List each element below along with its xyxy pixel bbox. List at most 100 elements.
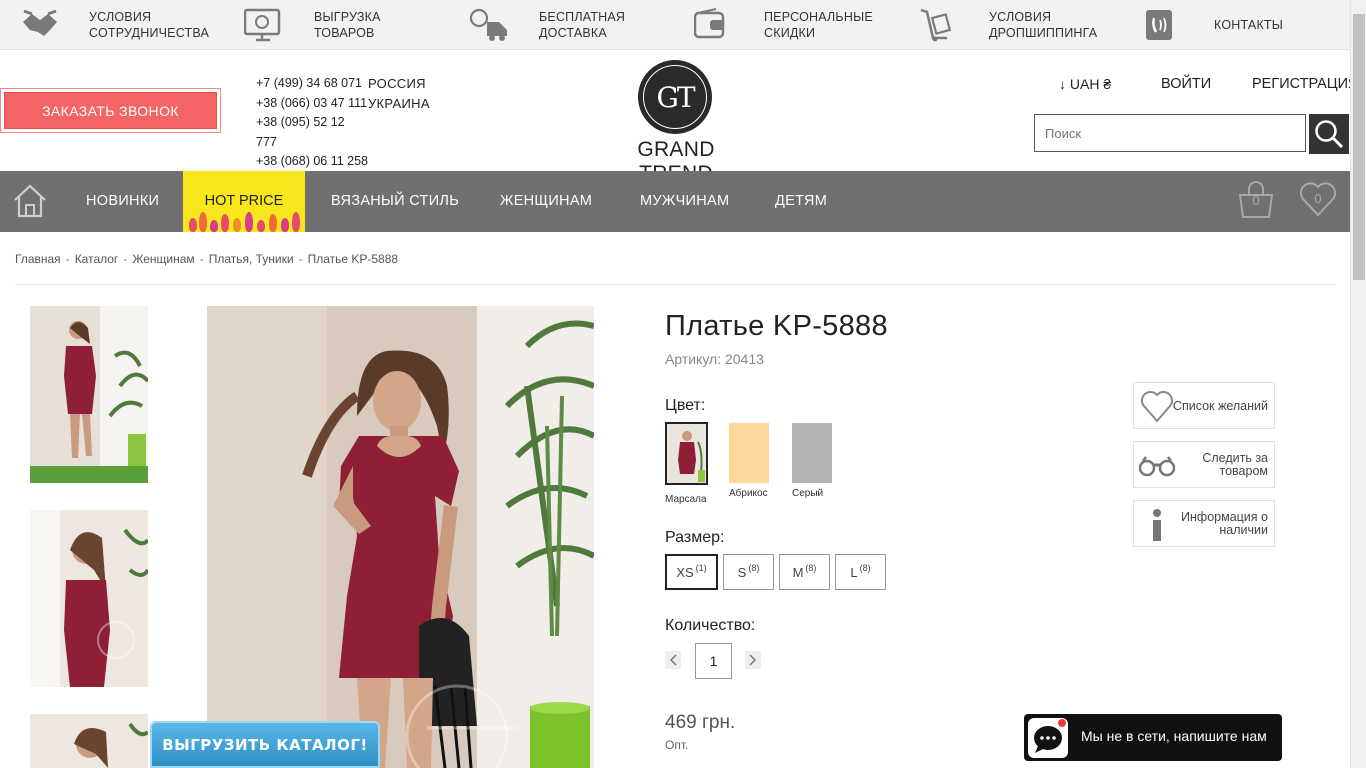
thumbnail-image <box>30 510 148 687</box>
breadcrumb-separator: - <box>65 252 70 266</box>
swatch-label: Марсала <box>665 494 707 505</box>
site-logo[interactable]: GT GRAND TREND <box>598 60 754 185</box>
track-product-button[interactable]: Следить за товаром <box>1133 441 1275 488</box>
phone-country: УКРАИНА <box>368 95 430 111</box>
cart-count: 0 <box>1252 193 1260 208</box>
wishlist-count: 0 <box>1314 191 1322 206</box>
topbar-label: КОНТАКТЫ <box>1214 18 1284 32</box>
quantity-label: Количество: <box>665 617 756 634</box>
search-input[interactable] <box>1034 114 1306 152</box>
size-name: M <box>792 564 804 580</box>
quantity-input[interactable]: 1 <box>695 643 732 679</box>
breadcrumb-separator: - <box>199 252 204 266</box>
topbar-item-delivery[interactable]: БЕСПЛАТНАЯ ДОСТАВКА <box>469 0 669 50</box>
chevron-right-icon <box>749 654 757 666</box>
topbar-label: ВЫГРУЗКА ТОВАРОВ <box>314 10 381 40</box>
qty-decrease-button[interactable] <box>665 651 681 669</box>
product-price: 469 грн. <box>665 712 736 733</box>
breadcrumb-item[interactable]: Главная <box>15 252 61 266</box>
hand-cart-icon <box>920 8 952 42</box>
phone-list: +7 (499) 34 68 071 РОССИЯ +38 (066) 03 4… <box>256 74 430 172</box>
search-button[interactable] <box>1309 114 1349 154</box>
product-thumbnail[interactable] <box>30 714 148 768</box>
export-catalog-button[interactable]: ВЫГРУЗИТЬ КАТАЛОГ! <box>150 721 380 768</box>
search-icon <box>1315 120 1344 149</box>
topbar-label: УСЛОВИЯ ДРОПШИППИНГА <box>989 10 1098 40</box>
color-swatch-marsala[interactable]: Марсала <box>665 422 708 505</box>
phone-contact-icon <box>1146 10 1172 40</box>
size-name: L <box>850 564 858 580</box>
breadcrumb-item[interactable]: Женщинам <box>132 252 194 266</box>
phone-number[interactable]: +7 (499) 34 68 071 <box>256 74 368 94</box>
thumbnail-image <box>30 306 148 483</box>
swatch-marsala-image <box>665 422 708 485</box>
product-main-image[interactable] <box>207 306 594 768</box>
nav-item-hot-price[interactable]: HOT PRICE <box>183 171 305 232</box>
action-label: Следить за товаром <box>1202 451 1268 478</box>
breadcrumb-item[interactable]: Каталог <box>75 252 119 266</box>
nav-item-new[interactable]: НОВИНКИ <box>86 171 159 232</box>
scrollbar-thumb[interactable] <box>1353 14 1365 280</box>
topbar-item-contacts[interactable]: КОНТАКТЫ <box>1144 0 1344 50</box>
swatch-apricot-color <box>729 423 769 483</box>
breadcrumb-separator: - <box>123 252 128 266</box>
call-button-frame: ЗАКАЗАТЬ ЗВОНОК <box>0 88 221 133</box>
phone-number[interactable]: +38 (095) 52 12 777 <box>256 113 368 152</box>
delivery-truck-icon <box>469 8 507 41</box>
color-swatch-grey[interactable]: Серый <box>792 423 832 499</box>
currency-selector[interactable]: ↓ UAH ₴ <box>1059 76 1111 92</box>
chat-icon-box <box>1028 718 1068 758</box>
cart-button[interactable]: 0 <box>1235 179 1277 221</box>
size-name: S <box>737 564 747 580</box>
nav-item-knitted-style[interactable]: ВЯЗАНЫЙ СТИЛЬ <box>331 171 459 232</box>
divider <box>15 284 1335 285</box>
color-swatch-apricot[interactable]: Абрикос <box>729 423 769 499</box>
register-link[interactable]: РЕГИСТРАЦИЯ <box>1252 76 1358 92</box>
qty-increase-button[interactable] <box>745 651 761 669</box>
phone-number[interactable]: +38 (066) 03 47 111 <box>256 94 368 114</box>
product-photo <box>207 306 594 768</box>
breadcrumb-item[interactable]: Платья, Туники <box>209 252 294 266</box>
main-nav: НОВИНКИ HOT PRICE ВЯЗАНЫЙ СТИЛЬ ЖЕНЩИНАМ… <box>0 171 1350 232</box>
wishlist-action-button[interactable]: Список желаний <box>1133 382 1275 429</box>
breadcrumb: Главная - Каталог - Женщинам - Платья, Туни… <box>15 252 398 266</box>
nav-item-kids[interactable]: ДЕТЯМ <box>775 171 827 232</box>
chat-status-text: Мы не в сети, напишите нам <box>1081 728 1267 744</box>
top-info-bar: УСЛОВИЯ СОТРУДНИЧЕСТВА ВЫГРУЗКА ТОВАРОВ … <box>0 0 1350 50</box>
size-stock: (8) <box>859 563 871 573</box>
login-link[interactable]: ВОЙТИ <box>1161 76 1211 92</box>
monitor-sync-icon <box>244 8 281 42</box>
product-thumbnail[interactable] <box>30 510 148 687</box>
phone-row: +7 (499) 34 68 071 РОССИЯ <box>256 74 430 94</box>
topbar-item-export[interactable]: ВЫГРУЗКА ТОВАРОВ <box>244 0 444 50</box>
logo-emblem: GT <box>638 60 712 134</box>
size-label: Размер: <box>665 529 725 546</box>
nav-item-men[interactable]: МУЖЧИНАМ <box>640 171 729 232</box>
page-scrollbar[interactable] <box>1350 0 1366 768</box>
topbar-label: БЕСПЛАТНАЯ ДОСТАВКА <box>539 10 626 40</box>
order-call-button[interactable]: ЗАКАЗАТЬ ЗВОНОК <box>4 92 217 129</box>
phone-number[interactable]: +38 (068) 06 11 258 <box>256 152 368 172</box>
size-option-l[interactable]: L (8) <box>835 554 886 590</box>
availability-info-button[interactable]: Информация о наличии <box>1133 500 1275 547</box>
swatch-label: Серый <box>792 488 824 499</box>
topbar-item-dropshipping[interactable]: УСЛОВИЯ ДРОПШИППИНГА <box>919 0 1119 50</box>
nav-label-hot-price: HOT PRICE <box>204 193 284 209</box>
color-label: Цвет: <box>665 397 706 414</box>
size-option-xs[interactable]: XS (1) <box>665 554 718 590</box>
breadcrumb-current: Платье KP-5888 <box>307 252 399 266</box>
phone-country: РОССИЯ <box>368 76 426 91</box>
product-thumbnail[interactable] <box>30 306 148 483</box>
nav-item-women[interactable]: ЖЕНЩИНАМ <box>500 171 592 232</box>
home-icon[interactable] <box>12 183 48 219</box>
wallet-icon <box>694 8 725 39</box>
topbar-item-cooperation[interactable]: УСЛОВИЯ СОТРУДНИЧЕСТВА <box>20 0 220 50</box>
size-option-s[interactable]: S (8) <box>723 554 774 590</box>
binoculars-icon <box>1138 456 1176 477</box>
chat-bubble-icon <box>1034 719 1066 753</box>
price-type: Опт. <box>665 738 689 752</box>
wishlist-button[interactable]: 0 <box>1298 179 1338 219</box>
topbar-item-discounts[interactable]: ПЕРСОНАЛЬНЫЕ СКИДКИ <box>694 0 894 50</box>
chat-widget[interactable]: Мы не в сети, напишите нам <box>1024 714 1282 761</box>
size-option-m[interactable]: M (8) <box>779 554 830 590</box>
